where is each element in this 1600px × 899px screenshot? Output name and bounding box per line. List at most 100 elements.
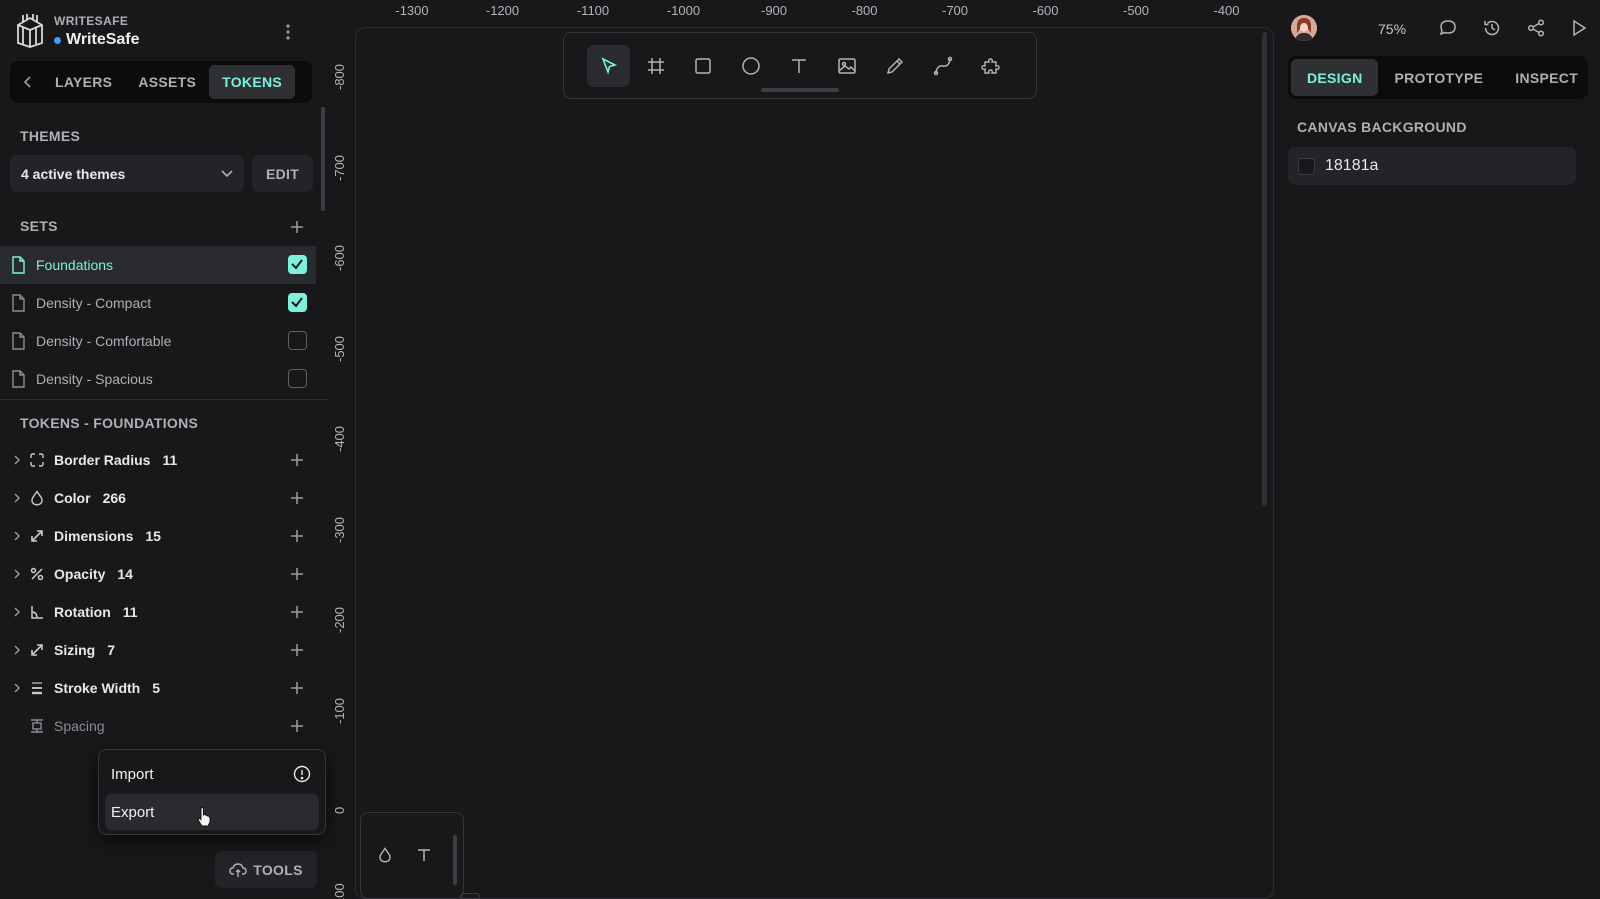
- board-icon: [647, 58, 664, 74]
- history-icon[interactable]: [1482, 18, 1502, 38]
- toolbar-drag-handle[interactable]: [761, 88, 839, 92]
- chevron-right-icon: [14, 493, 20, 503]
- add-border-radius-plus-icon[interactable]: [289, 452, 305, 468]
- info-icon[interactable]: [293, 765, 311, 783]
- tab-design[interactable]: DESIGN: [1291, 59, 1379, 96]
- tab-assets[interactable]: ASSETS: [125, 65, 209, 99]
- set-item-label: Density - Compact: [36, 295, 152, 311]
- set-checkbox-density-comfortable[interactable]: [288, 331, 307, 350]
- canvas-background-hex[interactable]: 18181a: [1325, 157, 1378, 175]
- menu-item-import-label: Import: [111, 765, 154, 783]
- sidebar-divider: [0, 399, 328, 400]
- typography-icon[interactable]: [416, 847, 432, 863]
- token-group-border-radius[interactable]: Border Radius 11: [0, 441, 316, 479]
- chevron-down-icon: [221, 169, 233, 178]
- set-item-density-spacious[interactable]: Density - Spacious: [0, 360, 316, 398]
- ruler-top-tick: -800: [851, 3, 878, 18]
- zoom-level[interactable]: 75%: [1378, 21, 1406, 37]
- rectangle-tool[interactable]: [681, 45, 724, 87]
- set-item-density-comfortable[interactable]: Density - Comfortable: [0, 322, 316, 360]
- palette-scrollbar[interactable]: [453, 835, 457, 885]
- percent-icon: [30, 567, 44, 581]
- ruler-top-tick: -500: [1122, 3, 1150, 18]
- more-options-icon[interactable]: [284, 22, 292, 42]
- chevron-right-icon: [14, 531, 20, 541]
- path-tool[interactable]: [921, 45, 964, 87]
- share-icon[interactable]: [1526, 18, 1546, 38]
- ruler-top-tick: -1300: [395, 3, 429, 18]
- back-chevron-icon[interactable]: [14, 65, 42, 99]
- sidebar-scrollbar[interactable]: [321, 107, 325, 211]
- token-group-sizing[interactable]: Sizing 7: [0, 631, 316, 669]
- set-item-label: Density - Comfortable: [36, 333, 172, 349]
- tab-layers[interactable]: LAYERS: [42, 65, 125, 99]
- menu-item-export[interactable]: Export: [105, 794, 319, 830]
- color-swatch[interactable]: [1298, 157, 1315, 175]
- edit-themes-button[interactable]: EDIT: [252, 155, 313, 192]
- add-color-plus-icon[interactable]: [289, 490, 305, 506]
- rectangle-icon: [694, 58, 711, 74]
- plugin-tool[interactable]: [969, 45, 1012, 87]
- add-set-plus-icon[interactable]: [289, 219, 305, 235]
- tab-inspect[interactable]: INSPECT: [1499, 59, 1594, 96]
- token-group-count: 266: [102, 490, 126, 506]
- ruler-left-tick: -800: [332, 63, 347, 90]
- text-icon: [791, 59, 806, 73]
- add-opacity-plus-icon[interactable]: [289, 566, 305, 582]
- text-tool[interactable]: [777, 45, 820, 87]
- canvas-toolbar: [563, 32, 1037, 99]
- token-group-color[interactable]: Color 266: [0, 479, 316, 517]
- tokens-title: TOKENS - FOUNDATIONS: [20, 415, 199, 431]
- add-dimensions-plus-icon[interactable]: [289, 528, 305, 544]
- canvas-vertical-scrollbar[interactable]: [1262, 32, 1267, 506]
- add-sizing-plus-icon[interactable]: [289, 642, 305, 658]
- tab-tokens[interactable]: TOKENS: [209, 65, 296, 99]
- set-item-label: Density - Spacious: [36, 371, 153, 387]
- set-item-density-compact[interactable]: Density - Compact: [0, 284, 316, 322]
- token-group-dimensions[interactable]: Dimensions 15: [0, 517, 316, 555]
- comments-icon[interactable]: [1438, 18, 1458, 38]
- project-name[interactable]: WriteSafe: [54, 31, 140, 49]
- design-canvas[interactable]: [355, 27, 1274, 899]
- menu-item-import[interactable]: Import: [105, 756, 319, 792]
- file-icon: [12, 294, 25, 312]
- pencil-tool[interactable]: [873, 45, 916, 87]
- tools-button[interactable]: TOOLS: [215, 851, 317, 888]
- chevron-right-icon: [14, 569, 20, 579]
- dimensions-icon: [31, 530, 43, 542]
- image-icon: [837, 58, 856, 74]
- cloud-sync-icon: [229, 862, 247, 877]
- themes-dropdown[interactable]: 4 active themes: [10, 155, 244, 192]
- token-group-opacity[interactable]: Opacity 14: [0, 555, 316, 593]
- right-tab-bar: DESIGN PROTOTYPE INSPECT: [1288, 56, 1588, 99]
- color-drop-icon[interactable]: [377, 847, 393, 863]
- token-group-spacing[interactable]: Spacing: [0, 707, 316, 745]
- play-icon[interactable]: [1569, 18, 1589, 38]
- token-group-rotation[interactable]: Rotation 11: [0, 593, 316, 631]
- token-group-count: 11: [162, 452, 178, 468]
- pointer-tool[interactable]: [587, 45, 630, 87]
- set-item-foundations[interactable]: Foundations: [0, 246, 316, 284]
- token-group-stroke-width[interactable]: Stroke Width 5: [0, 669, 316, 707]
- add-spacing-plus-icon[interactable]: [289, 718, 305, 734]
- set-checkbox-foundations[interactable]: [288, 255, 307, 274]
- canvas-background-label: CANVAS BACKGROUND: [1297, 119, 1467, 135]
- image-tool[interactable]: [825, 45, 868, 87]
- add-rotation-plus-icon[interactable]: [289, 604, 305, 620]
- ellipse-tool[interactable]: [729, 45, 772, 87]
- canvas-background-color-field[interactable]: 18181a: [1288, 147, 1576, 185]
- ruler-top-tick: -1100: [576, 3, 610, 18]
- ruler-left-tick: 100: [332, 882, 347, 899]
- set-checkbox-density-compact[interactable]: [288, 293, 307, 312]
- add-stroke-width-plus-icon[interactable]: [289, 680, 305, 696]
- set-checkbox-density-spacious[interactable]: [288, 369, 307, 388]
- user-avatar[interactable]: [1291, 15, 1317, 41]
- tab-prototype[interactable]: PROTOTYPE: [1378, 59, 1499, 96]
- pencil-icon: [886, 57, 903, 75]
- file-icon: [12, 370, 25, 388]
- menu-item-export-label: Export: [111, 803, 155, 821]
- token-group-name: Opacity: [54, 566, 106, 582]
- canvas-horizontal-scrollbar[interactable]: [460, 893, 480, 899]
- board-tool[interactable]: [634, 45, 677, 87]
- tools-label: TOOLS: [253, 861, 303, 878]
